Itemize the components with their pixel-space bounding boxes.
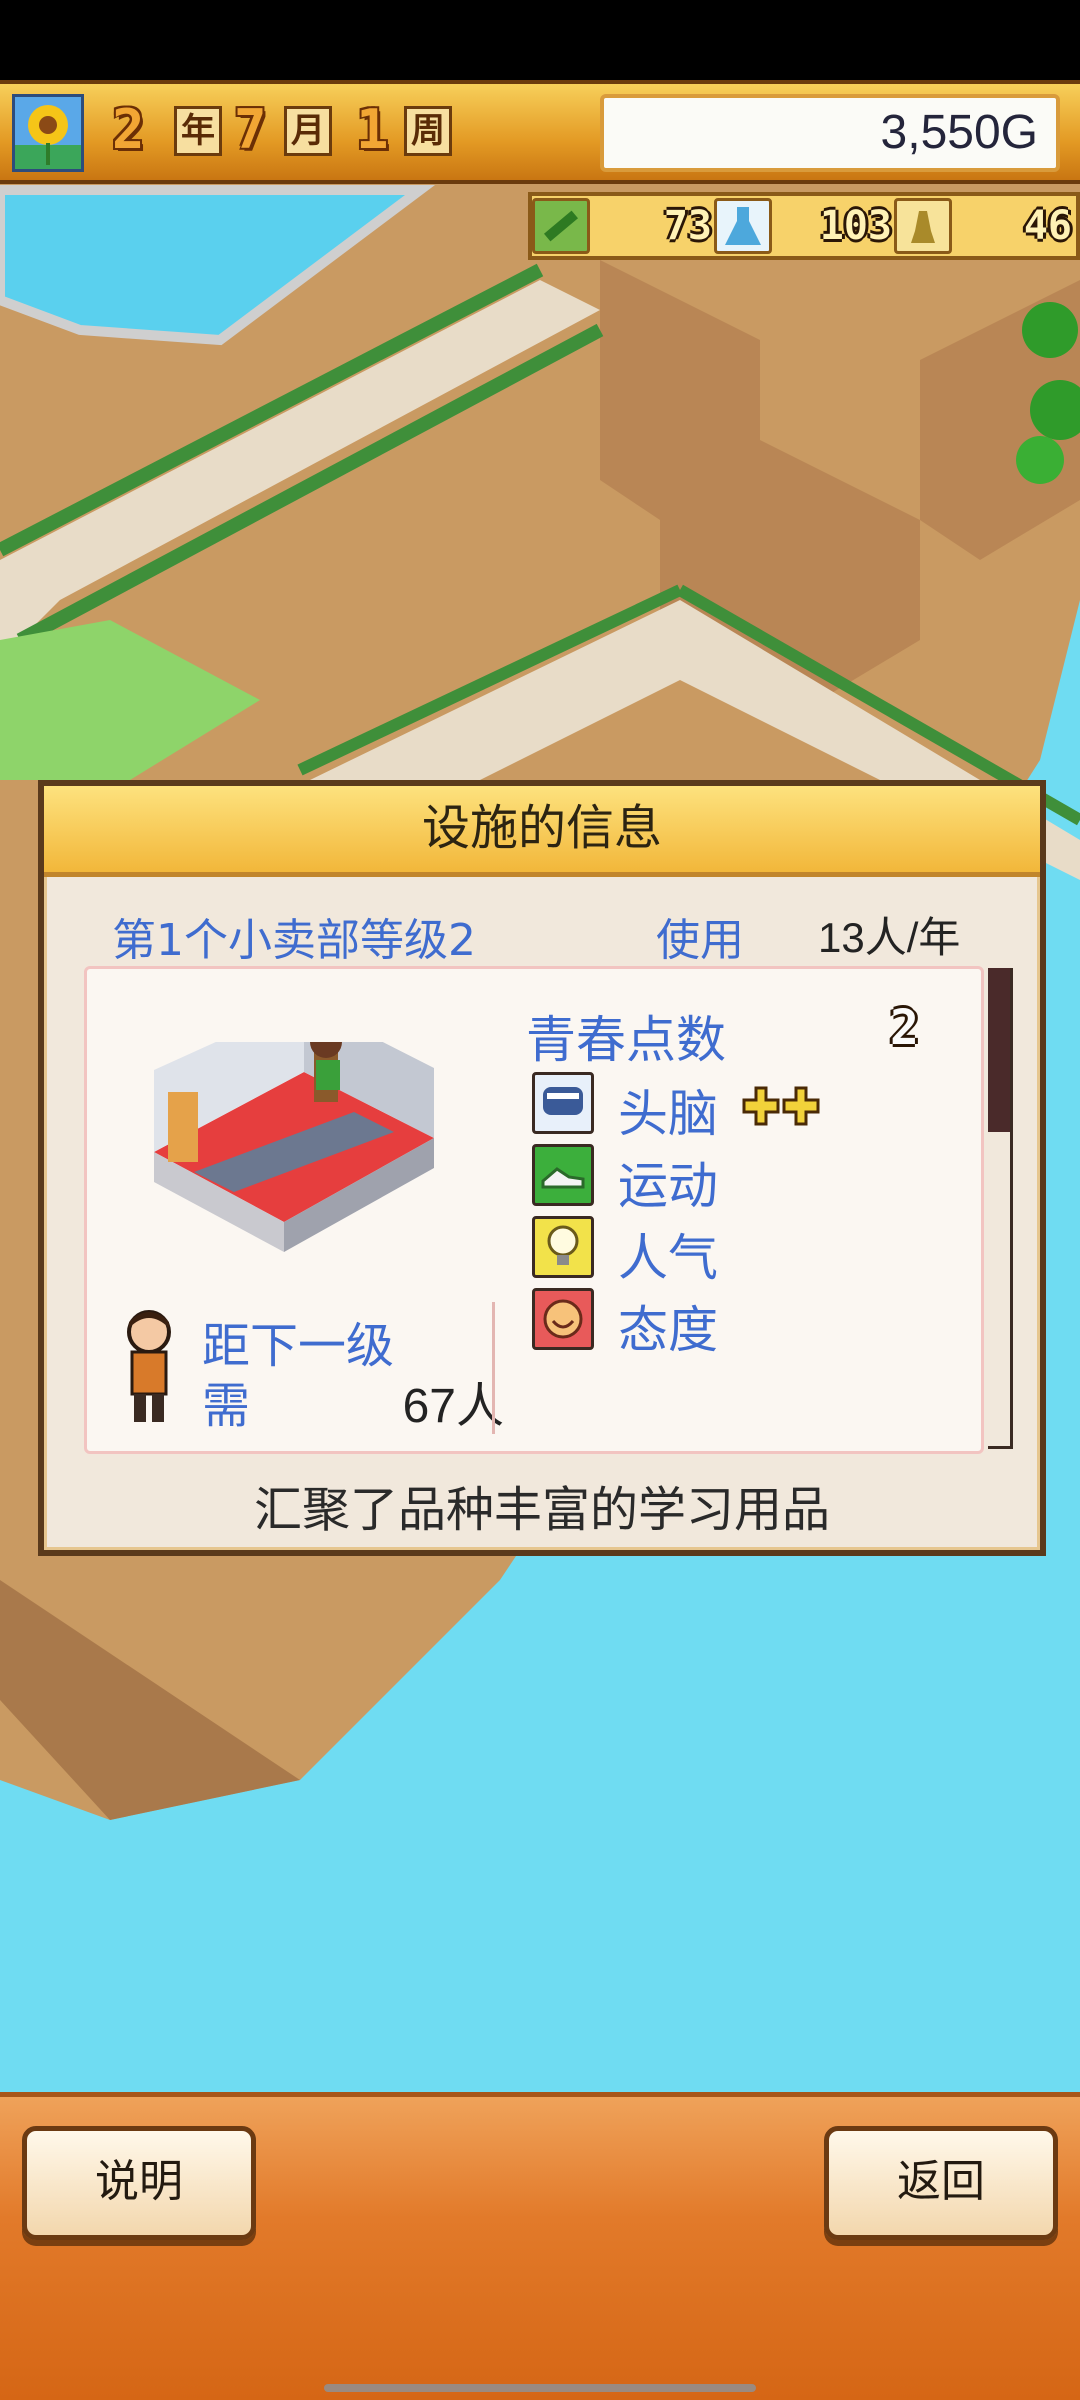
scrollbar-thumb[interactable] — [988, 968, 1010, 1132]
stat-study-value: 73 — [663, 203, 712, 249]
card-divider — [492, 1302, 495, 1434]
money-display: 3,550G — [600, 94, 1060, 172]
attribute-brain-label: 头脑 — [618, 1085, 718, 1143]
home-indicator[interactable] — [324, 2384, 756, 2392]
attribute-attitude-label: 态度 — [618, 1301, 718, 1359]
usage-value: 13人/年 — [818, 914, 961, 961]
facility-description: 汇聚了品种丰富的学习用品 — [253, 1482, 830, 1538]
week-unit: 周 — [404, 106, 452, 156]
brain-icon — [532, 1072, 594, 1134]
panel-title: 设施的信息 — [44, 786, 1040, 877]
attribute-popularity-label: 人气 — [618, 1229, 718, 1287]
lightbulb-icon — [532, 1216, 594, 1278]
flask-icon — [714, 198, 772, 254]
attribute-sports-label: 运动 — [618, 1157, 718, 1215]
need-value: 67人 — [402, 1380, 504, 1433]
plus-bonus-icon — [742, 1086, 826, 1130]
sneaker-icon — [532, 1144, 594, 1206]
year-value: 2 — [112, 98, 145, 161]
trophy-icon — [894, 198, 952, 254]
smile-face-icon — [532, 1288, 594, 1350]
stat-research-value: 103 — [819, 203, 892, 249]
week-value: 1 — [356, 98, 389, 161]
stat-achievement-value: 46 — [1023, 203, 1072, 249]
need-label: 需 — [202, 1378, 251, 1434]
sunflower-icon — [12, 94, 84, 172]
pencil-icon — [532, 198, 590, 254]
student-icon — [118, 1308, 180, 1432]
month-value: 7 — [234, 98, 267, 161]
facility-info-panel: 设施的信息 第1个小卖部等级2 使用 13人/年 距下一级 需 67人 青春点数… — [38, 780, 1046, 1556]
youth-points-value: 2 — [890, 1000, 919, 1056]
youth-points-label: 青春点数 — [526, 1011, 726, 1069]
usage-label: 使用 — [656, 915, 744, 966]
help-button[interactable]: 说明 — [22, 2126, 256, 2240]
school-stats-bar: 73 103 46 — [528, 192, 1080, 260]
top-status-bar: 2 年 7 月 1 周 3,550G — [0, 80, 1080, 184]
year-unit: 年 — [174, 106, 222, 156]
facility-name: 第1个小卖部等级2 — [112, 915, 476, 966]
shop-room-image — [154, 1002, 434, 1270]
month-unit: 月 — [284, 106, 332, 156]
back-button[interactable]: 返回 — [824, 2126, 1058, 2240]
